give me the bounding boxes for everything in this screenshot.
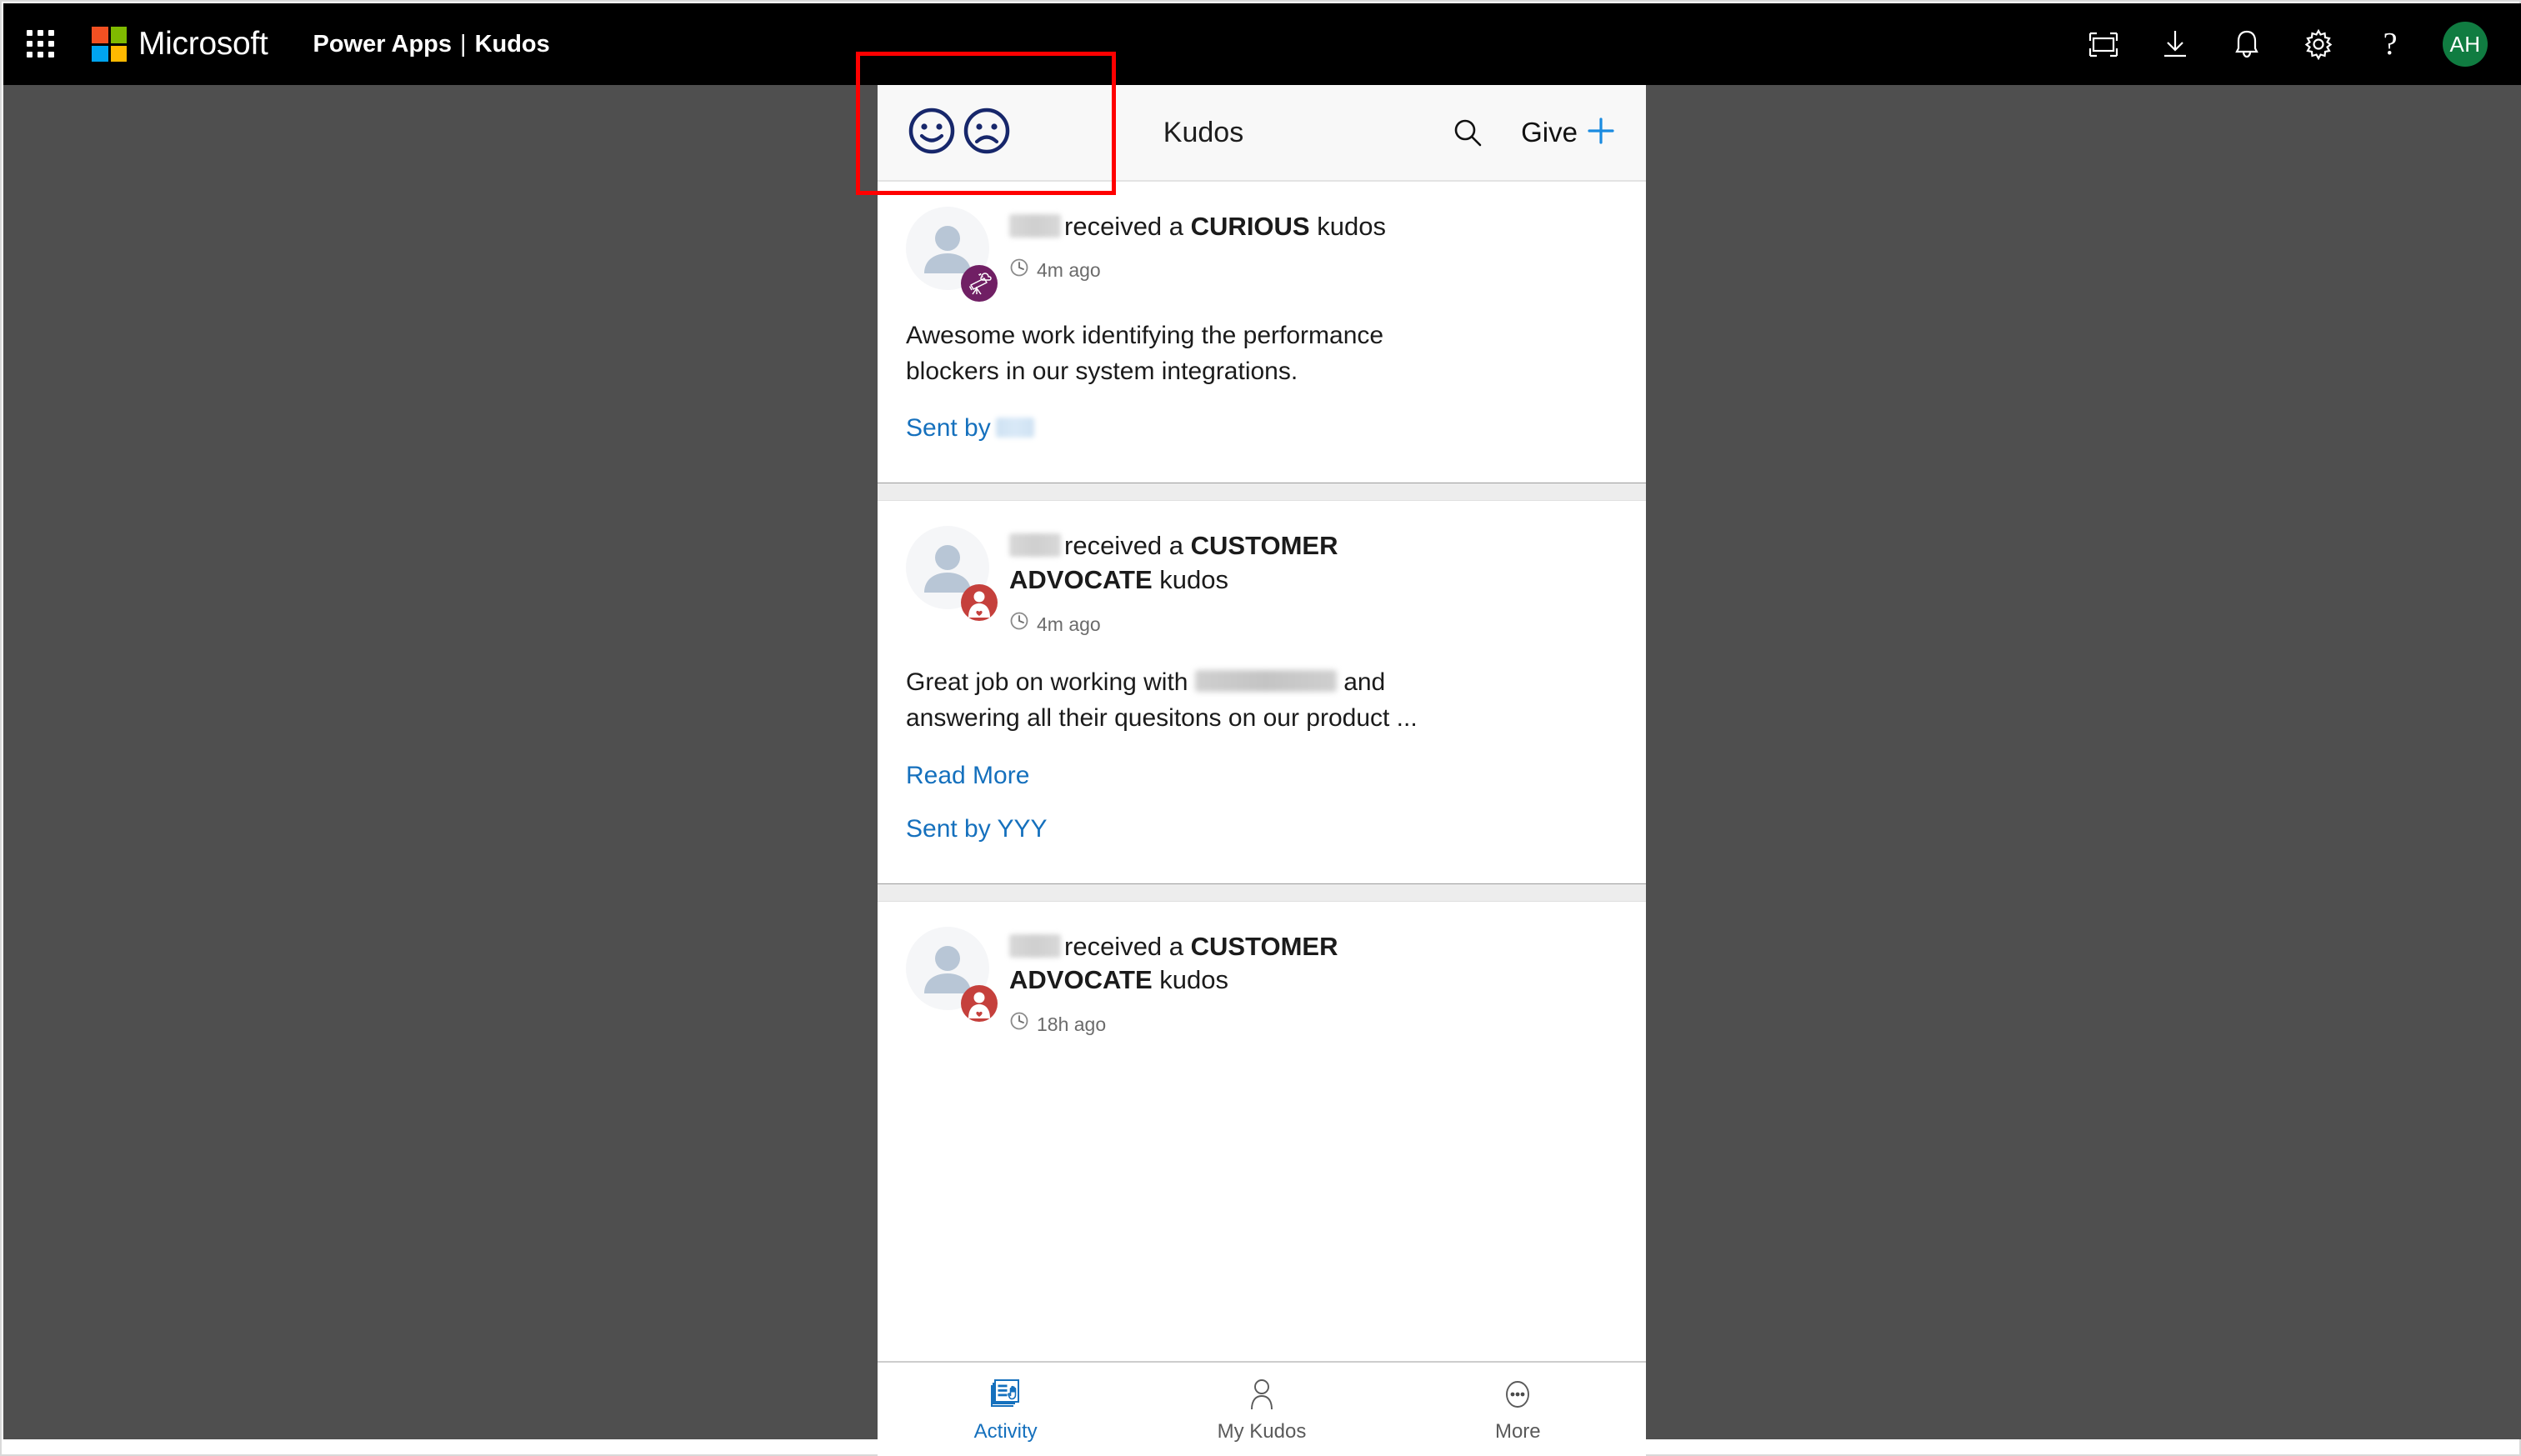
person-icon (1243, 1378, 1280, 1415)
app-launcher-waffle-icon[interactable] (27, 30, 55, 58)
happy-face-icon[interactable] (908, 107, 956, 159)
recipient-name-redacted (1009, 533, 1061, 558)
recipient-avatar-wrap (906, 207, 998, 302)
sent-by-link[interactable]: Sent by (906, 414, 1034, 443)
kudos-message-part1: Great job on working with (906, 668, 1188, 697)
card-separator (878, 883, 1646, 902)
timestamp-row: 18h ago (1009, 1011, 1476, 1037)
more-ellipsis-icon (1499, 1378, 1536, 1415)
timestamp: 4m ago (1037, 259, 1101, 282)
sender-name-redacted (995, 418, 1034, 438)
give-button-label: Give (1521, 117, 1578, 148)
download-icon[interactable] (2156, 25, 2194, 63)
fullscreen-icon[interactable] (2084, 25, 2123, 63)
breadcrumb-kudos[interactable]: Kudos (475, 31, 550, 58)
read-more-link[interactable]: Read More (906, 762, 1029, 790)
notifications-bell-icon[interactable] (2228, 25, 2266, 63)
sent-by-label: Sent by (906, 414, 991, 443)
nav-item-more-label: More (1494, 1419, 1541, 1443)
card-bottom-spacer (878, 443, 1646, 483)
kudos-card[interactable]: received a CURIOUS kudos 4m ago Awesome … (878, 182, 1646, 483)
help-question-glyph: ? (2383, 27, 2398, 62)
kudos-card-header: received a CURIOUS kudos 4m ago (878, 207, 1646, 302)
nav-item-activity-label: Activity (973, 1419, 1038, 1443)
nav-item-more[interactable]: More (1390, 1378, 1646, 1443)
nav-item-my-kudos[interactable]: My Kudos (1133, 1378, 1389, 1443)
sent-by-link[interactable]: Sent by YYY (906, 815, 1048, 843)
microsoft-suite-bar: Microsoft Power Apps | Kudos ? AH (3, 3, 2521, 85)
plus-icon (1584, 114, 1618, 152)
kudos-feed[interactable]: received a CURIOUS kudos 4m ago Awesome … (878, 182, 1646, 1456)
clock-icon (1009, 611, 1029, 637)
mood-face-group (908, 107, 1011, 159)
sad-face-icon[interactable] (963, 107, 1011, 159)
kudos-headline: received a CUSTOMER ADVOCATE kudos 4m ag… (1009, 526, 1476, 637)
card-separator (878, 483, 1646, 502)
breadcrumb: Power Apps | Kudos (313, 31, 550, 58)
kudos-headline: received a CUSTOMER ADVOCATE kudos 18h a… (1009, 927, 1476, 1038)
headline-prefix: received a (1064, 531, 1184, 561)
timestamp: 18h ago (1037, 1013, 1107, 1035)
kudos-card-header: received a CUSTOMER ADVOCATE kudos 18h a… (878, 926, 1646, 1038)
breadcrumb-power-apps[interactable]: Power Apps (313, 31, 453, 58)
breadcrumb-separator: | (460, 30, 467, 58)
microsoft-logo-icon (92, 27, 127, 62)
timestamp: 4m ago (1037, 613, 1101, 635)
kudos-type-badge: CURIOUS (1190, 212, 1310, 241)
telescope-badge-icon (961, 265, 998, 302)
headline-prefix: received a (1064, 931, 1184, 961)
give-button[interactable]: Give (1521, 114, 1618, 152)
nav-item-my-kudos-label: My Kudos (1217, 1419, 1307, 1443)
help-question-icon[interactable]: ? (2371, 25, 2409, 63)
nav-item-activity[interactable]: Activity (878, 1378, 1133, 1443)
read-more-row: Read More (878, 737, 1646, 790)
recipient-name-redacted (1009, 933, 1061, 958)
kudos-message: Great job on working with and answering … (878, 637, 1461, 736)
headline-prefix: received a (1064, 212, 1184, 241)
recipient-name-redacted (1009, 214, 1061, 238)
clock-icon (1009, 1011, 1029, 1037)
header-actions: Give (1451, 114, 1618, 152)
customer-advocate-badge-icon (961, 584, 998, 622)
suite-bar-actions: ? AH (2084, 22, 2488, 67)
kudos-message: Awesome work identifying the performance… (906, 322, 1384, 385)
search-icon[interactable] (1451, 116, 1484, 149)
sent-by-row: Sent by YYY (878, 790, 1646, 843)
screenshot-root: Microsoft Power Apps | Kudos ? AH Kudos … (0, 0, 2521, 1456)
headline-suffix: kudos (1317, 212, 1386, 241)
clock-icon (1009, 258, 1029, 283)
avatar[interactable]: AH (2443, 22, 2488, 67)
recipient-avatar-wrap (906, 526, 998, 622)
bottom-navigation: Activity My Kudos More (878, 1361, 1646, 1456)
kudos-card[interactable]: received a CUSTOMER ADVOCATE kudos 18h a… (878, 901, 1646, 1038)
customer-advocate-badge-icon (961, 984, 998, 1022)
headline-suffix: kudos (1159, 965, 1229, 995)
activity-cards-hand-icon (988, 1378, 1024, 1415)
recipient-avatar-wrap (906, 926, 998, 1022)
sent-by-row: Sent by (878, 389, 1646, 443)
kudos-headline: received a CURIOUS kudos 4m ago (1009, 207, 1386, 290)
mention-redacted (1194, 670, 1337, 693)
card-bottom-spacer (878, 843, 1646, 883)
kudos-app-header: Kudos Give (878, 85, 1646, 182)
headline-suffix: kudos (1159, 565, 1229, 595)
settings-gear-icon[interactable] (2299, 25, 2338, 63)
microsoft-wordmark: Microsoft (138, 26, 268, 62)
timestamp-row: 4m ago (1009, 611, 1476, 637)
kudos-card-header: received a CUSTOMER ADVOCATE kudos 4m ag… (878, 526, 1646, 637)
kudos-app-shell: Kudos Give received a CURIOUS kudos 4m a… (878, 85, 1646, 1456)
timestamp-row: 4m ago (1009, 258, 1386, 283)
kudos-card[interactable]: received a CUSTOMER ADVOCATE kudos 4m ag… (878, 501, 1646, 883)
